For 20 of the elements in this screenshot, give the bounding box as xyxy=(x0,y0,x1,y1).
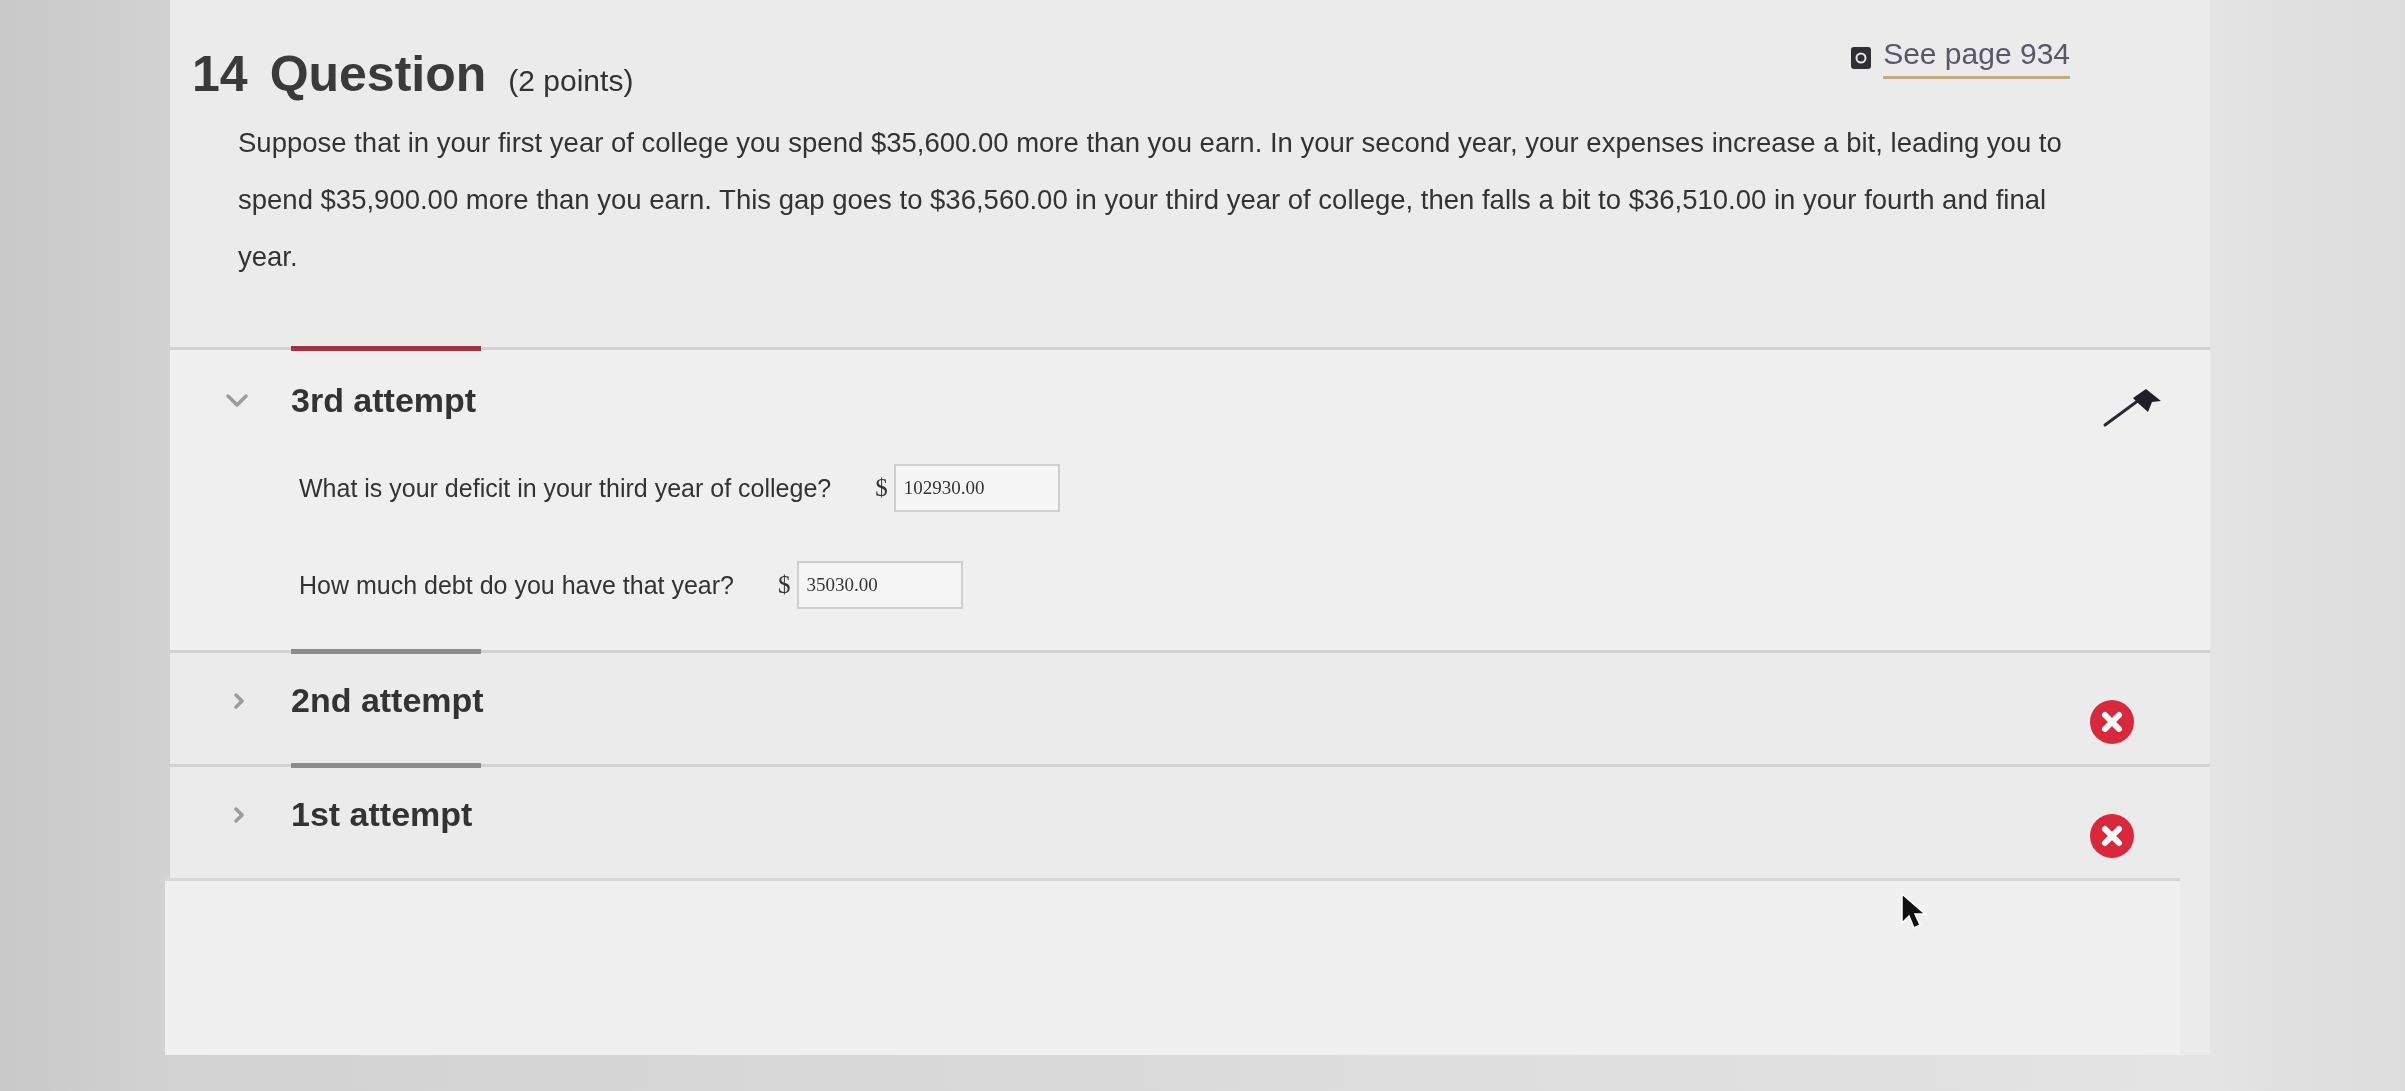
currency-symbol: $ xyxy=(875,474,888,502)
answer-field[interactable]: 35030.00 xyxy=(796,561,963,609)
mouse-pointer-icon xyxy=(1900,892,1926,930)
attempt-header[interactable]: 3rd attempt xyxy=(291,380,477,420)
incorrect-icon xyxy=(2090,814,2134,858)
flag-icon[interactable] xyxy=(2101,388,2163,428)
points-label: (2 points) xyxy=(508,64,634,98)
textbook-page-link[interactable]: See page 934 xyxy=(1883,36,2070,79)
question-text: Suppose that in your first year of college you spend $35,600.00 more than you earn. In your second year, your expenses increase a bit, leading you to spend $35,900.00 more than you earn. This gap goes to $36,560.00 in your third year of college, then falls a bit to $36,510.00 in your fourth and final year. xyxy=(238,126,2063,274)
attempt-header[interactable]: 1st attempt xyxy=(291,794,473,834)
question-prompt: What is your deficit in your third year of college? xyxy=(299,473,832,503)
answer-field[interactable]: 102930.00 xyxy=(893,464,1060,512)
attempt-header[interactable]: 2nd attempt xyxy=(291,680,484,720)
chevron-down-icon[interactable] xyxy=(225,393,249,409)
ebook-icon xyxy=(1851,46,1872,69)
question-prompt: How much debt do you have that year? xyxy=(299,570,734,600)
currency-symbol: $ xyxy=(778,571,791,599)
question-number: 14 xyxy=(192,45,248,104)
incorrect-icon xyxy=(2090,700,2134,744)
question-title: Question xyxy=(269,45,487,104)
